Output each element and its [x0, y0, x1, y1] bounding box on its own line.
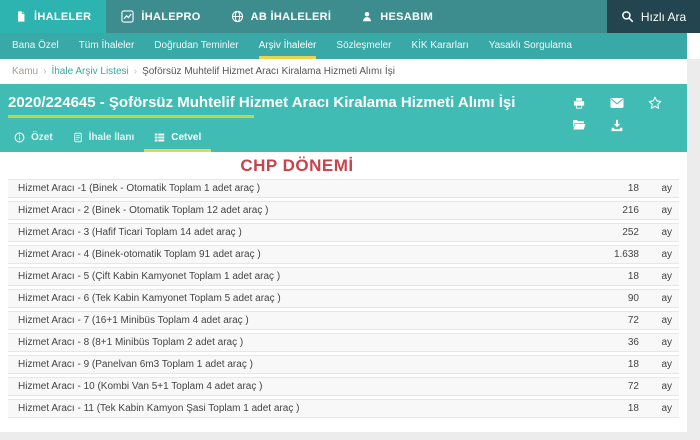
page-background-gutter [687, 59, 700, 440]
table-row[interactable]: Hizmet Aracı - 8 (8+1 Minibüs Toplam 2 a… [8, 333, 679, 352]
row-quantity: 72 [627, 381, 639, 392]
globe-icon [231, 10, 244, 23]
subnav-item[interactable]: Arşiv İhaleler [258, 33, 317, 59]
quick-search-button[interactable]: Hızlı Ara [607, 0, 700, 33]
row-unit: ay [661, 337, 672, 348]
row-unit: ay [661, 403, 672, 414]
schedule-table: Hizmet Aracı -1 (Binek - Otomatik Toplam… [0, 178, 687, 418]
tab-label: Cetvel [171, 131, 202, 143]
nav-ihaleler[interactable]: İHALELER [0, 0, 107, 33]
tab-ozet[interactable]: Özet [4, 125, 63, 152]
chart-icon [121, 10, 135, 23]
info-icon [14, 132, 25, 143]
file-icon [15, 10, 27, 23]
row-item-name: Hizmet Aracı - 8 (8+1 Minibüs Toplam 2 a… [18, 337, 244, 348]
row-quantity: 72 [627, 315, 639, 326]
subnav-item[interactable]: Sözleşmeler [336, 33, 391, 59]
breadcrumb-link-arsiv-listesi[interactable]: İhale Arşiv Listesi [51, 66, 128, 77]
row-quantity: 18 [627, 403, 639, 414]
star-icon[interactable] [648, 96, 662, 110]
row-quantity: 1.638 [613, 249, 639, 260]
subnav-item[interactable]: Bana Özel [12, 33, 59, 59]
envelope-icon[interactable] [610, 97, 624, 109]
nav-ab-ihaleleri[interactable]: AB İHALELERİ [216, 0, 347, 33]
row-quantity: 216 [622, 205, 639, 216]
row-item-name: Hizmet Aracı - 4 (Binek-otomatik Toplam … [18, 249, 261, 260]
row-item-name: Hizmet Aracı - 3 (Hafif Ticari Toplam 14… [18, 227, 242, 238]
row-unit: ay [661, 293, 672, 304]
main-content: CHP DÖNEMİ Hizmet Aracı -1 (Binek - Otom… [0, 152, 687, 432]
row-quantity: 36 [627, 337, 639, 348]
row-item-name: Hizmet Aracı - 10 (Kombi Van 5+1 Toplam … [18, 381, 263, 392]
row-quantity: 252 [622, 227, 639, 238]
row-item-name: Hizmet Aracı - 6 (Tek Kabin Kamyonet Top… [18, 293, 281, 304]
table-row[interactable]: Hizmet Aracı - 2 (Binek - Otomatik Topla… [8, 201, 679, 220]
page-background-bottom [0, 432, 687, 440]
row-unit: ay [661, 271, 672, 282]
breadcrumb-link-kamu[interactable]: Kamu [12, 66, 38, 77]
breadcrumb-current: Şoförsüz Muhtelif Hizmet Aracı Kiralama … [142, 66, 395, 77]
row-unit: ay [661, 359, 672, 370]
annotation-text: CHP DÖNEMİ [240, 156, 354, 175]
row-item-name: Hizmet Aracı - 11 (Tek Kabin Kamyon Şasi… [18, 403, 300, 414]
table-row[interactable]: Hizmet Aracı -1 (Binek - Otomatik Toplam… [8, 179, 679, 198]
table-row[interactable]: Hizmet Aracı - 10 (Kombi Van 5+1 Toplam … [8, 377, 679, 396]
row-quantity: 18 [627, 271, 639, 282]
table-row[interactable]: Hizmet Aracı - 3 (Hafif Ticari Toplam 14… [8, 223, 679, 242]
row-unit: ay [661, 381, 672, 392]
row-unit: ay [661, 183, 672, 194]
table-row[interactable]: Hizmet Aracı - 6 (Tek Kabin Kamyonet Top… [8, 289, 679, 308]
row-quantity: 90 [627, 293, 639, 304]
subnav-item[interactable]: Doğrudan Teminler [154, 33, 238, 59]
nav-label: İHALEPRO [141, 10, 201, 23]
row-item-name: Hizmet Aracı -1 (Binek - Otomatik Toplam… [18, 183, 261, 194]
table-row[interactable]: Hizmet Aracı - 11 (Tek Kabin Kamyon Şasi… [8, 399, 679, 418]
breadcrumb: Kamu › İhale Arşiv Listesi › Şoförsüz Mu… [0, 59, 687, 84]
tender-header-band: 2020/224645 - Şoförsüz Muhtelif Hizmet A… [0, 84, 687, 152]
printer-icon[interactable] [572, 97, 586, 110]
row-item-name: Hizmet Aracı - 2 (Binek - Otomatik Topla… [18, 205, 269, 216]
nav-ihalepro[interactable]: İHALEPRO [106, 0, 215, 33]
table-row[interactable]: Hizmet Aracı - 9 (Panelvan 6m3 Toplam 1 … [8, 355, 679, 374]
top-navbar: İHALELER İHALEPRO AB İHALELERİ HESABIM H… [0, 0, 700, 33]
breadcrumb-separator: › [43, 66, 47, 77]
tab-ihale-ilani[interactable]: İhale İlanı [63, 125, 145, 152]
folder-icon[interactable] [572, 119, 586, 131]
tab-label: İhale İlanı [88, 131, 135, 143]
nav-label: HESABIM [380, 10, 434, 23]
subnav-item[interactable]: Yasaklı Sorgulama [489, 33, 572, 59]
nav-label: AB İHALELERİ [250, 10, 332, 23]
table-row[interactable]: Hizmet Aracı - 7 (16+1 Minibüs Toplam 4 … [8, 311, 679, 330]
row-unit: ay [661, 227, 672, 238]
tab-bar: Özet İhale İlanı Cetvel [0, 125, 212, 152]
breadcrumb-separator: › [133, 66, 138, 77]
header-action-icons [560, 92, 674, 136]
subnav-item[interactable]: KİK Kararları [411, 33, 468, 59]
table-icon [154, 132, 165, 143]
download-icon[interactable] [610, 119, 624, 132]
row-unit: ay [661, 205, 672, 216]
row-item-name: Hizmet Aracı - 9 (Panelvan 6m3 Toplam 1 … [18, 359, 253, 370]
tab-cetvel[interactable]: Cetvel [144, 125, 212, 152]
row-item-name: Hizmet Aracı - 5 (Çift Kabin Kamyonet To… [18, 271, 281, 282]
search-icon [621, 10, 634, 23]
title-underline [8, 115, 254, 118]
user-icon [361, 10, 373, 23]
row-quantity: 18 [627, 183, 639, 194]
nav-label: İHALELER [34, 10, 92, 23]
quick-search-label: Hızlı Ara [640, 9, 687, 24]
row-unit: ay [661, 315, 672, 326]
table-row[interactable]: Hizmet Aracı - 5 (Çift Kabin Kamyonet To… [8, 267, 679, 286]
row-item-name: Hizmet Aracı - 7 (16+1 Minibüs Toplam 4 … [18, 315, 249, 326]
sub-navbar: Bana Özel Tüm İhaleler Doğrudan Teminler… [0, 33, 687, 59]
row-unit: ay [661, 249, 672, 260]
document-icon [73, 132, 83, 143]
tab-label: Özet [31, 131, 53, 143]
nav-hesabim[interactable]: HESABIM [346, 0, 448, 33]
subnav-item[interactable]: Tüm İhaleler [79, 33, 135, 59]
row-quantity: 18 [627, 359, 639, 370]
table-row[interactable]: Hizmet Aracı - 4 (Binek-otomatik Toplam … [8, 245, 679, 264]
